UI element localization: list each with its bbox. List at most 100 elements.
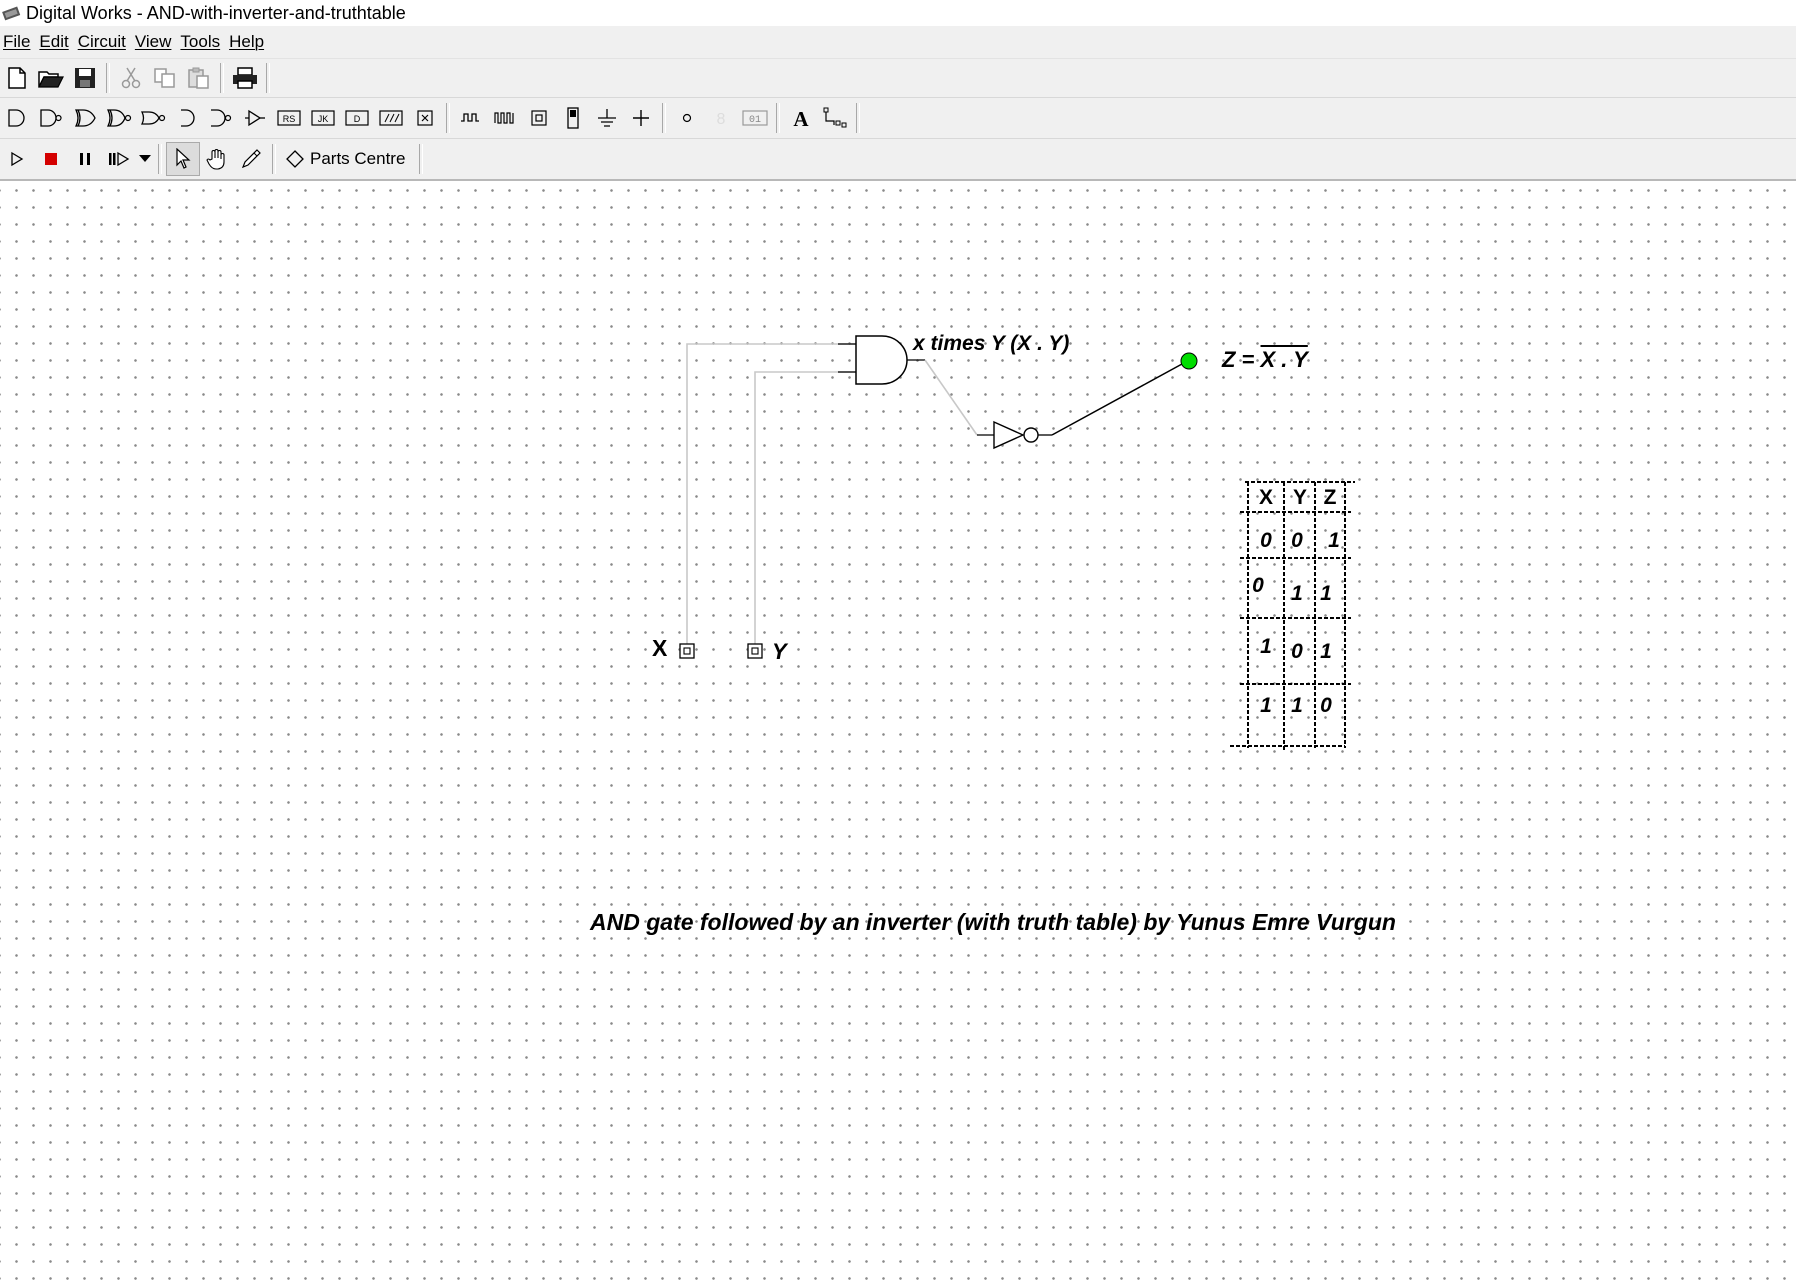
input-y-label: Y bbox=[772, 639, 787, 664]
d-flipflop-icon[interactable]: D bbox=[340, 101, 374, 135]
hex-display-icon[interactable]: 01 bbox=[738, 101, 772, 135]
menu-tools[interactable]: Tools bbox=[178, 32, 227, 52]
truth-table-cell: 0 bbox=[1291, 529, 1303, 552]
wire-y[interactable] bbox=[754, 371, 856, 647]
menu-bar: File Edit Circuit View Tools Help bbox=[0, 26, 1796, 59]
file-toolbar bbox=[0, 59, 1796, 98]
truth-table-cell: 1 bbox=[1320, 582, 1332, 605]
paste-icon[interactable] bbox=[182, 61, 216, 95]
rs-flipflop-icon[interactable]: RS bbox=[272, 101, 306, 135]
text-tool-icon[interactable]: A bbox=[784, 101, 818, 135]
sequence-generator-icon[interactable] bbox=[488, 101, 522, 135]
push-button-icon[interactable] bbox=[556, 101, 590, 135]
step-icon[interactable] bbox=[102, 142, 136, 176]
menu-edit[interactable]: Edit bbox=[37, 32, 75, 52]
truth-table-cell: 1 bbox=[1328, 529, 1340, 552]
not-and-icon[interactable] bbox=[204, 101, 238, 135]
hand-tool-icon[interactable] bbox=[200, 142, 234, 176]
truth-table-header-x: X bbox=[1258, 486, 1273, 509]
toolbar-separator bbox=[419, 144, 424, 174]
menu-circuit[interactable]: Circuit bbox=[76, 32, 133, 52]
truth-table-cell: 1 bbox=[1291, 694, 1303, 717]
app-icon bbox=[2, 6, 21, 21]
toolbar-separator bbox=[776, 103, 780, 133]
truth-table-header-z: Z bbox=[1323, 486, 1337, 509]
led-icon[interactable] bbox=[670, 101, 704, 135]
output-led[interactable] bbox=[1180, 352, 1198, 370]
inverter-icon[interactable] bbox=[238, 101, 272, 135]
or-gate-icon[interactable] bbox=[68, 101, 102, 135]
clock-icon[interactable] bbox=[454, 101, 488, 135]
svg-text:A: A bbox=[793, 107, 809, 129]
and-gate[interactable] bbox=[855, 335, 908, 385]
toolbar-separator bbox=[158, 144, 162, 174]
menu-help[interactable]: Help bbox=[227, 32, 271, 52]
nor-gate-icon[interactable] bbox=[102, 101, 136, 135]
menu-view[interactable]: View bbox=[133, 32, 179, 52]
run-icon[interactable] bbox=[0, 142, 34, 176]
truth-table-cell: 0 bbox=[1252, 574, 1264, 597]
new-file-icon[interactable] bbox=[0, 61, 34, 95]
nand-gate-icon[interactable] bbox=[34, 101, 68, 135]
truth-table-header-y: Y bbox=[1292, 486, 1307, 509]
truth-table-cell: 0 bbox=[1291, 640, 1303, 663]
box-x-icon[interactable] bbox=[408, 101, 442, 135]
wire-and-to-inverter[interactable] bbox=[924, 359, 978, 436]
svg-text:01: 01 bbox=[749, 115, 761, 126]
pointer-tool-icon[interactable] bbox=[166, 142, 200, 176]
svg-text:8: 8 bbox=[717, 111, 726, 128]
cut-icon[interactable] bbox=[114, 61, 148, 95]
gates-toolbar: RS JK D 8 01 A bbox=[0, 98, 1796, 139]
toolbar-separator bbox=[106, 63, 110, 93]
dropdown-arrow-icon[interactable] bbox=[136, 142, 154, 176]
ground-icon[interactable] bbox=[590, 101, 624, 135]
circuit-drawing bbox=[679, 335, 1355, 752]
truth-table-cell: 0 bbox=[1320, 694, 1332, 717]
copy-icon[interactable] bbox=[148, 61, 182, 95]
truth-table-cell: 1 bbox=[1260, 694, 1272, 717]
truth-table-cell: 0 bbox=[1260, 529, 1272, 552]
toolbar-separator bbox=[446, 103, 450, 133]
input-switch-icon[interactable] bbox=[522, 101, 556, 135]
save-icon[interactable] bbox=[68, 61, 102, 95]
and-gate-label: x times Y (X . Y) bbox=[913, 332, 1070, 355]
toolbar-separator bbox=[220, 63, 224, 93]
and-gate-icon[interactable] bbox=[0, 101, 34, 135]
truth-table-cell: 1 bbox=[1291, 582, 1303, 605]
jk-flipflop-icon[interactable]: JK bbox=[306, 101, 340, 135]
seven-segment-icon[interactable]: 8 bbox=[704, 101, 738, 135]
input-x-label: X bbox=[652, 635, 668, 661]
pause-icon[interactable] bbox=[68, 142, 102, 176]
output-label-prefix: Z = bbox=[1222, 347, 1261, 372]
plus-icon[interactable] bbox=[624, 101, 658, 135]
wire-tool-icon[interactable] bbox=[818, 101, 852, 135]
xor-gate-icon[interactable] bbox=[136, 101, 170, 135]
svg-text:RS: RS bbox=[283, 114, 296, 124]
output-label: Z = X . Y bbox=[1222, 347, 1308, 373]
probe-tool-icon[interactable] bbox=[234, 142, 268, 176]
input-switch-x[interactable] bbox=[679, 643, 695, 659]
circuit-canvas[interactable]: X Y x times Y (X . Y) Z = X . Y X Y Z 0 … bbox=[0, 182, 1796, 1283]
wire-inverter-to-led[interactable] bbox=[1051, 363, 1183, 436]
macro-icon[interactable] bbox=[374, 101, 408, 135]
window-title: Digital Works - AND-with-inverter-and-tr… bbox=[26, 2, 406, 23]
inverter-bubble bbox=[1023, 427, 1039, 443]
menu-file[interactable]: File bbox=[0, 32, 37, 52]
toolbar-separator bbox=[266, 63, 270, 93]
tag-icon bbox=[286, 150, 304, 168]
stop-icon[interactable] bbox=[34, 142, 68, 176]
parts-centre-button[interactable]: Parts Centre bbox=[280, 144, 415, 174]
toolbar-separator bbox=[856, 103, 860, 133]
buffer-gate-icon[interactable] bbox=[170, 101, 204, 135]
toolbar-separator bbox=[272, 144, 276, 174]
inverter-gate[interactable] bbox=[993, 420, 1025, 450]
svg-text:D: D bbox=[354, 114, 361, 124]
svg-text:JK: JK bbox=[318, 114, 329, 124]
parts-centre-label: Parts Centre bbox=[310, 149, 406, 168]
wire-x[interactable] bbox=[686, 343, 856, 647]
open-folder-icon[interactable] bbox=[34, 61, 68, 95]
toolbar-separator bbox=[662, 103, 666, 133]
input-switch-y[interactable] bbox=[747, 643, 763, 659]
truth-table-cell: 1 bbox=[1260, 635, 1272, 658]
print-icon[interactable] bbox=[228, 61, 262, 95]
